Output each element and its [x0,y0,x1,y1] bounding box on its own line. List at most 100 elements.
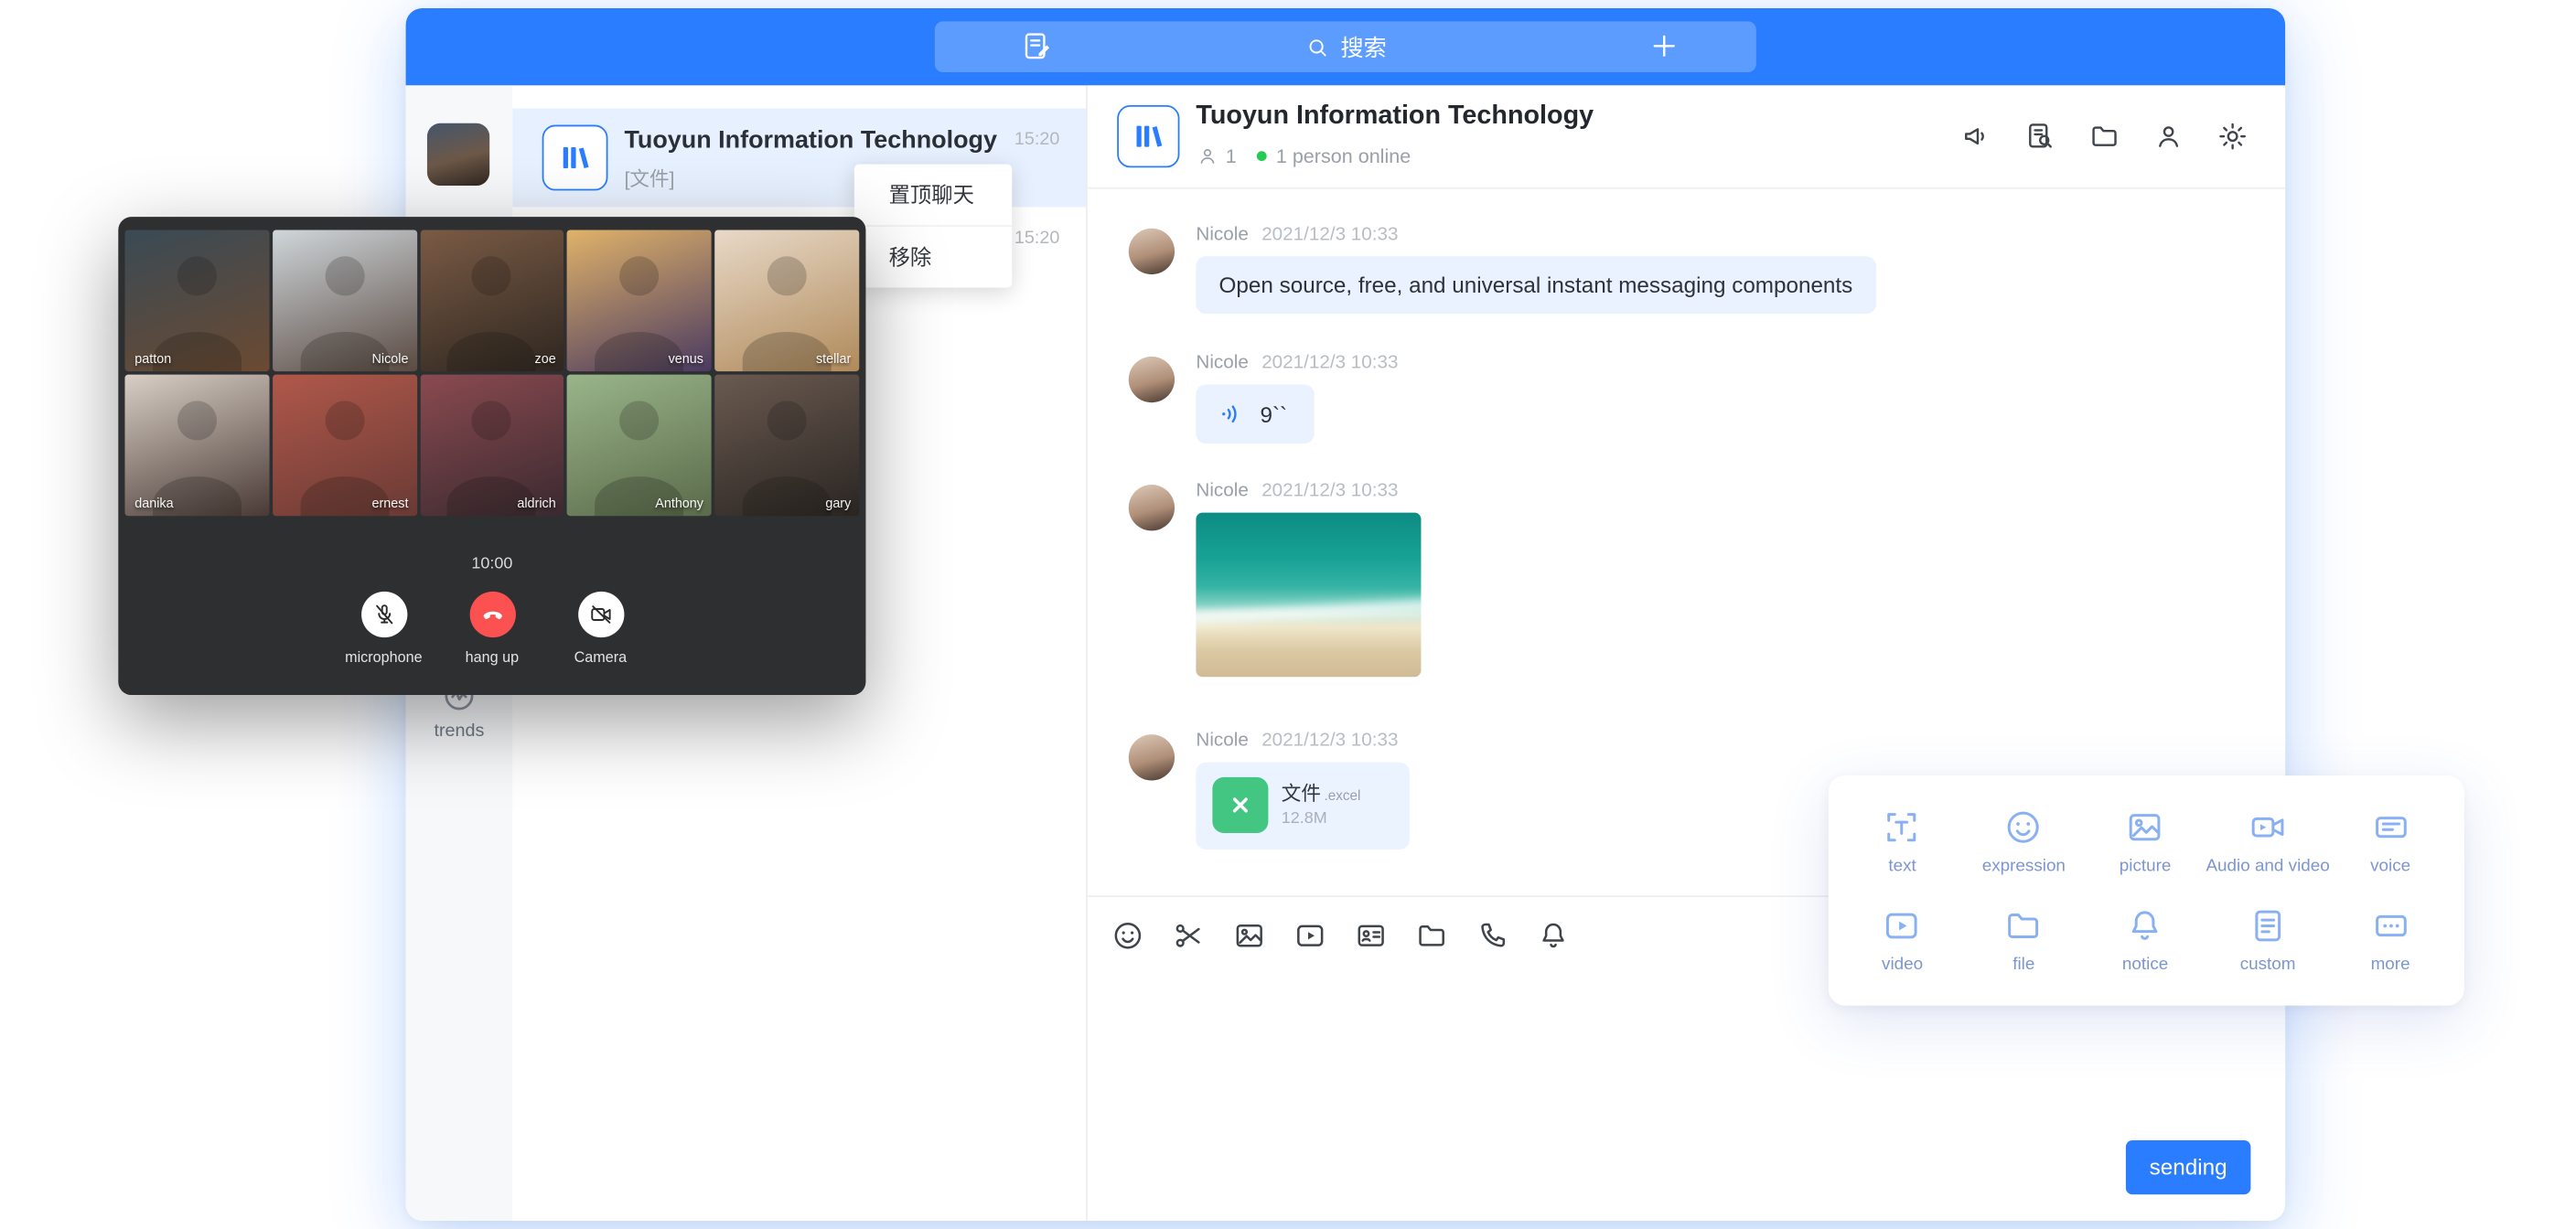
file-extension: .excel [1325,787,1361,804]
avatar[interactable] [1129,734,1175,780]
participant-name: stellar [816,352,851,367]
scissors-icon[interactable] [1171,918,1206,953]
video-tile: zoe [420,230,564,372]
participant-name: Nicole [372,352,409,367]
announcement-icon[interactable] [1960,120,1993,153]
video-tile: ernest [273,375,417,517]
message-meta: Nicole 2021/12/3 10:33 [1196,480,1398,503]
voice-message[interactable]: 9`` [1196,384,1313,444]
call-controls: microphone hang up Camera [118,592,865,666]
participant-name: zoe [535,352,556,367]
chat-panel: Tuoyun Information Technology 1 1 person… [1088,85,2285,1221]
participant-grid: patton Nicole zoe venus stellar danika e… [124,230,859,517]
conversation-context-menu: 置顶聊天 移除 [854,165,1012,288]
emoji-icon[interactable] [1111,918,1145,953]
camera-button[interactable]: Camera [546,592,655,666]
popover-item-more[interactable]: more [2330,891,2452,989]
control-label: hang up [466,649,519,666]
video-tile: Nicole [273,230,417,372]
picture-icon [2125,807,2166,848]
sender-name: Nicole [1196,353,1248,373]
search-field[interactable]: 搜索 [935,21,1756,72]
message-meta: Nicole 2021/12/3 10:33 [1196,352,1398,375]
message-time: 2021/12/3 10:33 [1261,353,1398,373]
file-size: 12.8M [1282,810,1327,828]
message-time: 2021/12/3 10:33 [1261,225,1398,245]
avatar[interactable] [1129,357,1175,402]
message-meta: Nicole2021/12/3 10:33 [1196,223,1398,246]
popover-item-voice[interactable]: voice [2330,792,2452,891]
bell-icon[interactable] [1536,918,1571,953]
image-icon[interactable] [1232,918,1267,953]
trends-label: trends [406,721,513,742]
sender-name: Nicole [1196,481,1248,501]
video-tile: patton [124,230,269,372]
custom-icon [2248,905,2289,946]
message-meta: Nicole 2021/12/3 10:33 [1196,730,1398,753]
video-tile: venus [567,230,712,372]
search-icon [1304,34,1331,60]
file-message[interactable]: 文件.excel 12.8M [1196,763,1409,850]
popover-item-file[interactable]: file [1963,891,2085,989]
conversation-preview: [文件] [624,165,674,193]
popover-item-notice[interactable]: notice [2085,891,2206,989]
image-message[interactable] [1196,513,1421,678]
popover-item-picture[interactable]: picture [2085,792,2206,891]
message-search-icon[interactable] [2024,120,2057,153]
avatar[interactable] [1129,485,1175,530]
excel-file-icon [1212,777,1268,833]
voice-icon [2370,807,2411,848]
menu-item-remove[interactable]: 移除 [854,225,1012,287]
search-bar[interactable]: 搜索 [935,21,1756,72]
more-icon [2370,905,2411,946]
chat-header: Tuoyun Information Technology 1 1 person… [1088,85,2285,188]
notice-icon [2125,905,2166,946]
menu-item-pin-chat[interactable]: 置顶聊天 [854,165,1012,225]
file-icon [2003,905,2045,946]
idcard-icon[interactable] [1354,918,1389,953]
conversation-title: Tuoyun Information Technology [624,126,997,155]
settings-icon[interactable] [2216,120,2249,153]
folder-icon[interactable] [1414,918,1449,953]
message-text: Open source, free, and universal instant… [1219,273,1853,297]
avatar[interactable] [1129,229,1175,274]
voice-wave-icon [1218,400,1247,429]
video-icon[interactable] [1293,918,1327,953]
participant-name: gary [825,497,851,511]
audio-video-icon [2248,807,2289,848]
member-count: 1 [1226,144,1237,167]
popover-item-video[interactable]: video [1841,891,1963,989]
folder-icon[interactable] [2088,120,2121,153]
phone-icon[interactable] [1476,918,1510,953]
popover-item-custom[interactable]: custom [2206,891,2329,989]
video-icon [1882,905,1923,946]
participant-name: danika [134,497,173,511]
member-icon[interactable] [2152,120,2185,153]
conversation-time: 15:20 [1014,130,1059,150]
organization-icon [1117,105,1179,167]
organization-icon [542,125,608,191]
popover-item-audio-video[interactable]: Audio and video [2206,792,2329,891]
message-toolbar [1111,918,1571,953]
plus-icon[interactable] [1648,29,1680,62]
file-name: 文件.excel [1282,779,1361,807]
video-tile: gary [715,375,860,517]
expression-icon [2003,807,2045,848]
user-avatar[interactable] [427,123,489,186]
microphone-button[interactable]: microphone [329,592,438,666]
voice-duration: 9`` [1260,401,1287,426]
participant-name: aldrich [517,497,555,511]
message-time: 2021/12/3 10:33 [1261,732,1398,752]
hangup-button[interactable]: hang up [438,592,547,666]
participant-name: venus [669,352,703,367]
message-type-popover: text expression picture Audio and video … [1829,775,2464,1006]
popover-item-text[interactable]: text [1841,792,1963,891]
video-call-window: patton Nicole zoe venus stellar danika e… [118,217,865,695]
popover-item-expression[interactable]: expression [1963,792,2085,891]
message-time: 2021/12/3 10:33 [1261,481,1398,501]
send-button[interactable]: sending [2126,1140,2250,1194]
sender-name: Nicole [1196,732,1248,752]
control-label: microphone [345,649,422,666]
participant-name: patton [134,352,171,367]
hangup-icon [469,592,515,637]
